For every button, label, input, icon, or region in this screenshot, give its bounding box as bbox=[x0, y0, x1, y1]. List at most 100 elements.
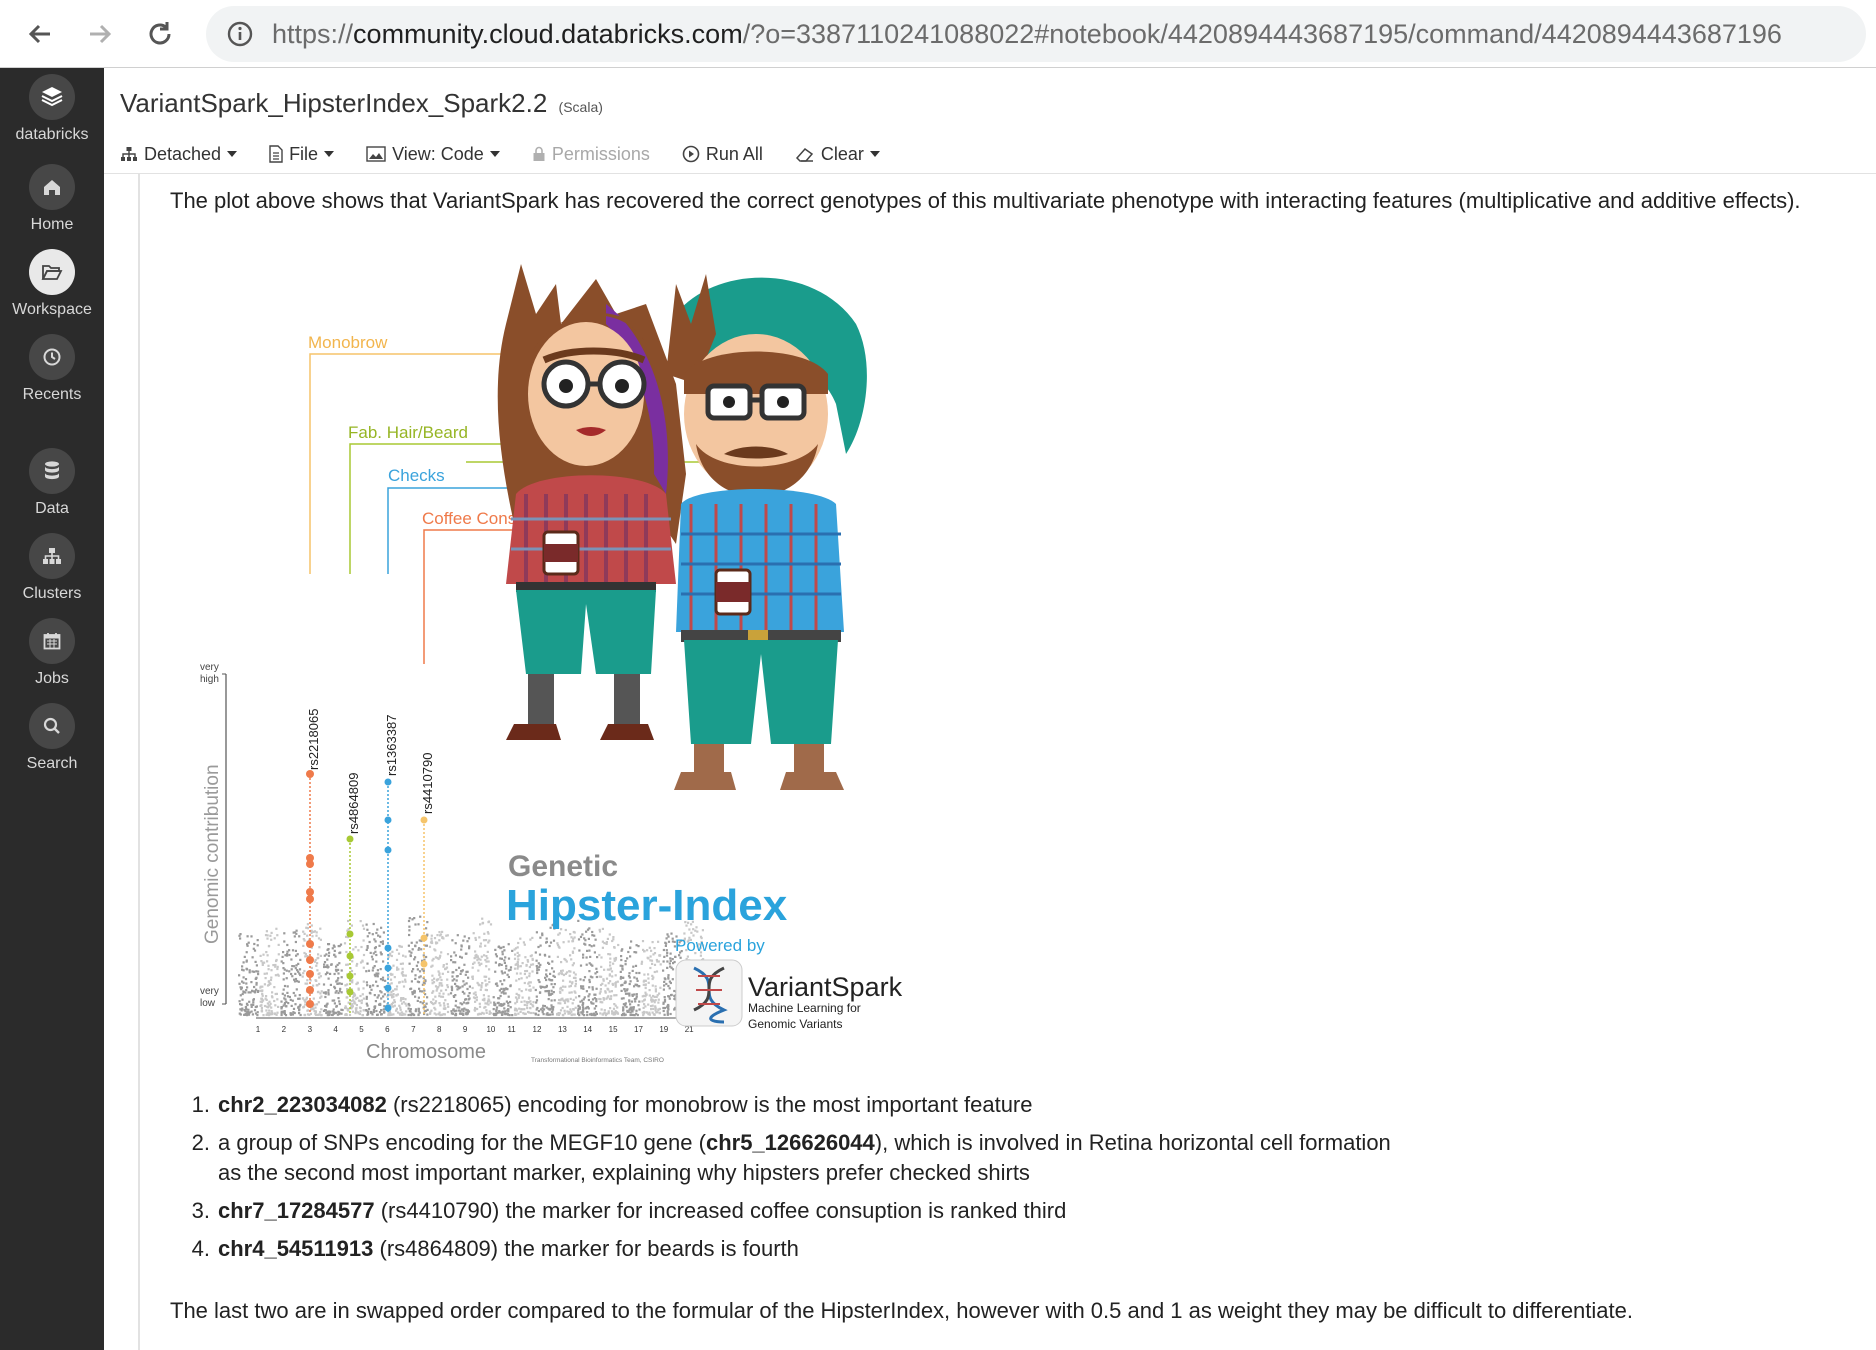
manhattan-point bbox=[270, 1006, 273, 1009]
sidebar-item-search[interactable]: Search bbox=[0, 703, 104, 773]
manhattan-point bbox=[585, 930, 588, 933]
manhattan-point bbox=[414, 974, 417, 977]
manhattan-point bbox=[628, 1008, 632, 1011]
manhattan-point bbox=[529, 1006, 532, 1010]
sidebar-item-data[interactable]: Data bbox=[0, 448, 104, 518]
manhattan-point bbox=[658, 1007, 661, 1010]
manhattan-point bbox=[651, 984, 654, 987]
manhattan-point bbox=[322, 991, 325, 994]
manhattan-point bbox=[604, 990, 607, 993]
manhattan-point bbox=[292, 1007, 296, 1010]
view-menu[interactable]: View: Code bbox=[366, 144, 500, 165]
manhattan-point bbox=[553, 999, 556, 1002]
manhattan-point bbox=[282, 967, 285, 970]
manhattan-point bbox=[572, 962, 575, 965]
manhattan-point bbox=[445, 934, 448, 937]
manhattan-point bbox=[268, 1009, 271, 1012]
manhattan-point bbox=[257, 989, 260, 993]
manhattan-point bbox=[441, 936, 444, 939]
manhattan-point bbox=[643, 998, 646, 1001]
sidebar-item-recents[interactable]: Recents bbox=[0, 334, 104, 404]
manhattan-point bbox=[504, 987, 508, 990]
markdown-cell[interactable]: The plot above shows that VariantSpark h… bbox=[138, 174, 1876, 1350]
manhattan-point bbox=[538, 965, 541, 968]
manhattan-point bbox=[305, 998, 308, 1001]
manhattan-point bbox=[401, 970, 404, 973]
manhattan-point bbox=[366, 984, 369, 987]
list-number: 3. bbox=[191, 1198, 210, 1223]
manhattan-point bbox=[489, 1001, 492, 1004]
manhattan-point bbox=[378, 944, 381, 947]
info-icon[interactable] bbox=[226, 20, 254, 48]
manhattan-point bbox=[656, 1011, 659, 1014]
manhattan-point bbox=[654, 990, 657, 993]
manhattan-point bbox=[245, 1008, 248, 1011]
sidebar-brand[interactable]: databricks bbox=[0, 74, 104, 144]
cluster-attach-dropdown[interactable]: Detached bbox=[120, 144, 238, 165]
manhattan-point bbox=[412, 1013, 415, 1016]
file-menu[interactable]: File bbox=[269, 144, 335, 165]
permissions-button[interactable]: Permissions bbox=[532, 144, 650, 165]
manhattan-point bbox=[402, 985, 406, 988]
back-button[interactable] bbox=[18, 12, 62, 56]
address-bar[interactable]: https://community.cloud.databricks.com/?… bbox=[206, 6, 1866, 62]
manhattan-point bbox=[284, 954, 287, 957]
manhattan-point bbox=[465, 1002, 468, 1005]
sidebar-item-workspace[interactable]: Workspace bbox=[0, 249, 104, 319]
manhattan-point bbox=[298, 972, 301, 975]
chromosome-tick-label: 4 bbox=[333, 1025, 338, 1034]
manhattan-point bbox=[515, 979, 518, 982]
clear-menu[interactable]: Clear bbox=[795, 144, 880, 165]
sidebar-item-jobs[interactable]: Jobs bbox=[0, 618, 104, 688]
manhattan-point bbox=[434, 985, 438, 988]
manhattan-point bbox=[326, 966, 329, 969]
manhattan-point bbox=[333, 1002, 336, 1005]
list-text: ), which is involved in Retina horizonta… bbox=[874, 1130, 1391, 1155]
manhattan-point bbox=[333, 949, 336, 952]
manhattan-point bbox=[241, 1007, 244, 1010]
sidebar-item-home[interactable]: Home bbox=[0, 164, 104, 234]
manhattan-point bbox=[256, 944, 259, 947]
reload-button[interactable] bbox=[138, 12, 182, 56]
manhattan-point bbox=[304, 955, 307, 958]
manhattan-point bbox=[383, 993, 386, 996]
manhattan-point bbox=[350, 969, 354, 973]
manhattan-point bbox=[501, 983, 504, 986]
manhattan-point bbox=[294, 967, 297, 970]
manhattan-point bbox=[408, 1004, 411, 1007]
sidebar-item-clusters[interactable]: Clusters bbox=[0, 533, 104, 603]
manhattan-point bbox=[496, 1001, 499, 1005]
manhattan-point bbox=[520, 1008, 523, 1011]
manhattan-point bbox=[323, 961, 327, 964]
manhattan-point bbox=[648, 1011, 651, 1014]
manhattan-point bbox=[306, 1009, 309, 1012]
manhattan-point bbox=[369, 951, 372, 954]
manhattan-point bbox=[645, 1011, 648, 1014]
outro-paragraph: The last two are in swapped order compar… bbox=[170, 1298, 1633, 1323]
manhattan-point bbox=[410, 941, 413, 944]
manhattan-point bbox=[438, 1011, 441, 1014]
manhattan-point bbox=[290, 958, 293, 961]
manhattan-point bbox=[515, 1009, 518, 1012]
manhattan-point bbox=[464, 998, 467, 1001]
manhattan-point bbox=[332, 1011, 335, 1014]
manhattan-point bbox=[397, 968, 400, 971]
run-all-button[interactable]: Run All bbox=[682, 144, 763, 165]
manhattan-point bbox=[303, 969, 306, 973]
manhattan-point bbox=[590, 1001, 593, 1004]
manhattan-point bbox=[398, 1004, 401, 1007]
manhattan-point bbox=[578, 949, 581, 952]
manhattan-point bbox=[494, 1013, 497, 1017]
manhattan-point bbox=[549, 1013, 552, 1016]
manhattan-point bbox=[539, 1008, 543, 1011]
marker-id: chr5_126626044 bbox=[705, 1130, 875, 1155]
manhattan-point bbox=[315, 1003, 319, 1006]
manhattan-point bbox=[541, 1011, 544, 1014]
manhattan-point bbox=[395, 948, 399, 951]
notebook-title[interactable]: VariantSpark_HipsterIndex_Spark2.2 (Scal… bbox=[120, 88, 603, 119]
manhattan-point bbox=[480, 955, 483, 958]
manhattan-point bbox=[609, 997, 612, 1000]
forward-button[interactable] bbox=[78, 12, 122, 56]
manhattan-point bbox=[614, 983, 617, 986]
manhattan-point bbox=[297, 962, 300, 965]
